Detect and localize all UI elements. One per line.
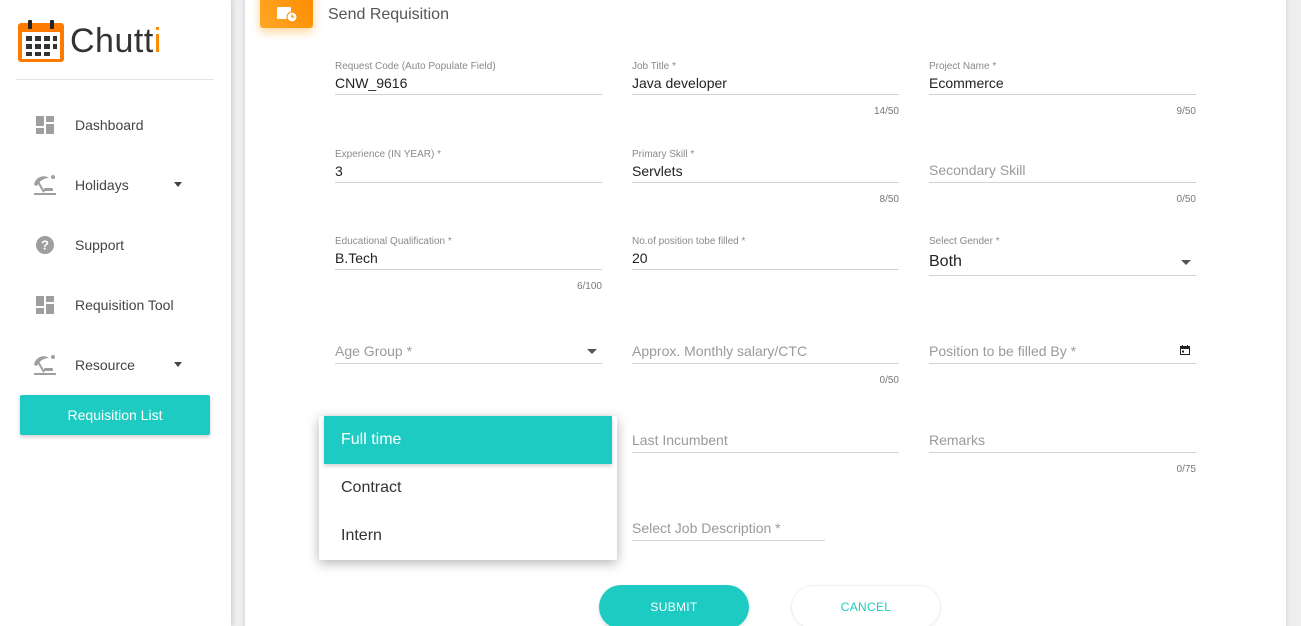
- field-underline: [929, 452, 1196, 453]
- brand-name: Chutti: [70, 22, 162, 60]
- character-counter: 0/50: [1176, 194, 1196, 205]
- field-underline: [929, 275, 1196, 276]
- field-placeholder: Last Incumbent: [632, 432, 728, 448]
- character-counter: 14/50: [873, 106, 899, 117]
- field-label: Educational Qualification *: [335, 236, 452, 247]
- brand-logo[interactable]: Chutti: [18, 20, 162, 62]
- chevron-down-icon: [1181, 260, 1191, 265]
- cancel-button[interactable]: CANCEL: [791, 585, 941, 626]
- field-placeholder: Approx. Monthly salary/CTC: [632, 343, 808, 359]
- help-circle-icon: ?: [32, 232, 58, 258]
- card-header-badge: [260, 0, 313, 28]
- chevron-down-icon: [174, 182, 182, 187]
- beach-umbrella-icon: [32, 172, 58, 198]
- field-label: Request Code (Auto Populate Field): [335, 61, 496, 72]
- sidebar-item-label: Requisition Tool: [75, 297, 174, 313]
- sidebar-item-holidays[interactable]: Holidays: [20, 165, 210, 205]
- field-underline: [632, 94, 899, 95]
- field-label: Select Gender *: [929, 236, 1000, 247]
- field-underline: [929, 363, 1196, 364]
- field-label: Primary Skill *: [632, 149, 695, 160]
- field-underline: [929, 182, 1196, 183]
- field-underline: [335, 269, 602, 270]
- calendar-logo-icon: [18, 20, 64, 62]
- dashboard-icon: [32, 112, 58, 138]
- field-value: 20: [632, 250, 648, 266]
- submit-button[interactable]: SUBMIT: [599, 585, 749, 626]
- field-underline: [929, 94, 1196, 95]
- field-label: Experience (IN YEAR) *: [335, 149, 441, 160]
- sidebar-item-label: Requisition List: [67, 407, 163, 423]
- beach-umbrella-icon: [32, 352, 58, 378]
- dashboard-icon: [32, 292, 58, 318]
- chevron-down-icon: [587, 349, 597, 354]
- character-counter: 9/50: [1176, 106, 1196, 117]
- sidebar-item-label: Holidays: [75, 177, 129, 193]
- menu-item-contract[interactable]: Contract: [324, 464, 612, 512]
- character-counter: 0/50: [879, 375, 899, 386]
- sidebar-item-label: Dashboard: [75, 117, 144, 133]
- sidebar-item-requisition-tool[interactable]: Requisition Tool: [20, 285, 210, 325]
- field-label: No.of position tobe filled *: [632, 236, 746, 247]
- character-counter: 6/100: [576, 281, 602, 292]
- sidebar-divider: [16, 79, 214, 80]
- sidebar-item-support[interactable]: ? Support: [20, 225, 210, 265]
- svg-text:?: ?: [41, 238, 49, 253]
- field-value: Both: [929, 253, 962, 270]
- sidebar: Chutti Dashboard Holidays ? Support Requ…: [0, 0, 231, 626]
- field-value: Java developer: [632, 75, 727, 91]
- sidebar-item-label: Resource: [75, 357, 135, 373]
- field-underline: [632, 182, 899, 183]
- field-value: Ecommerce: [929, 75, 1004, 91]
- chevron-down-icon: [174, 362, 182, 367]
- sidebar-item-dashboard[interactable]: Dashboard: [20, 105, 210, 145]
- field-placeholder: Select Job Description *: [632, 520, 781, 536]
- character-counter: 0/75: [1176, 464, 1196, 475]
- field-placeholder: Position to be filled By *: [929, 343, 1077, 359]
- menu-item-intern[interactable]: Intern: [324, 512, 612, 560]
- employment-type-menu: Full time Contract Intern: [319, 416, 617, 560]
- field-value: B.Tech: [335, 250, 378, 266]
- menu-item-full-time[interactable]: Full time: [324, 416, 612, 464]
- sidebar-item-requisition-list[interactable]: Requisition List: [20, 395, 210, 435]
- field-underline: [632, 452, 899, 453]
- field-label: Job Title *: [632, 61, 676, 72]
- sidebar-item-resource[interactable]: Resource: [20, 345, 210, 385]
- field-underline: [632, 363, 899, 364]
- field-underline: [335, 363, 602, 364]
- field-underline: [632, 269, 899, 270]
- field-placeholder: Age Group *: [335, 343, 413, 359]
- field-underline: [632, 540, 825, 541]
- field-placeholder: Remarks: [929, 432, 986, 448]
- field-underline: [335, 94, 602, 95]
- field-label: Project Name *: [929, 61, 997, 72]
- field-value: CNW_9616: [335, 75, 408, 91]
- field-value: 3: [335, 163, 343, 179]
- calendar-icon[interactable]: [1180, 345, 1190, 355]
- page-title: Send Requisition: [328, 6, 449, 23]
- field-value: Servlets: [632, 163, 683, 179]
- sidebar-item-label: Support: [75, 237, 125, 253]
- field-underline: [335, 182, 602, 183]
- field-placeholder: Secondary Skill: [929, 162, 1026, 178]
- character-counter: 8/50: [879, 194, 899, 205]
- calendar-clock-icon: [276, 7, 297, 23]
